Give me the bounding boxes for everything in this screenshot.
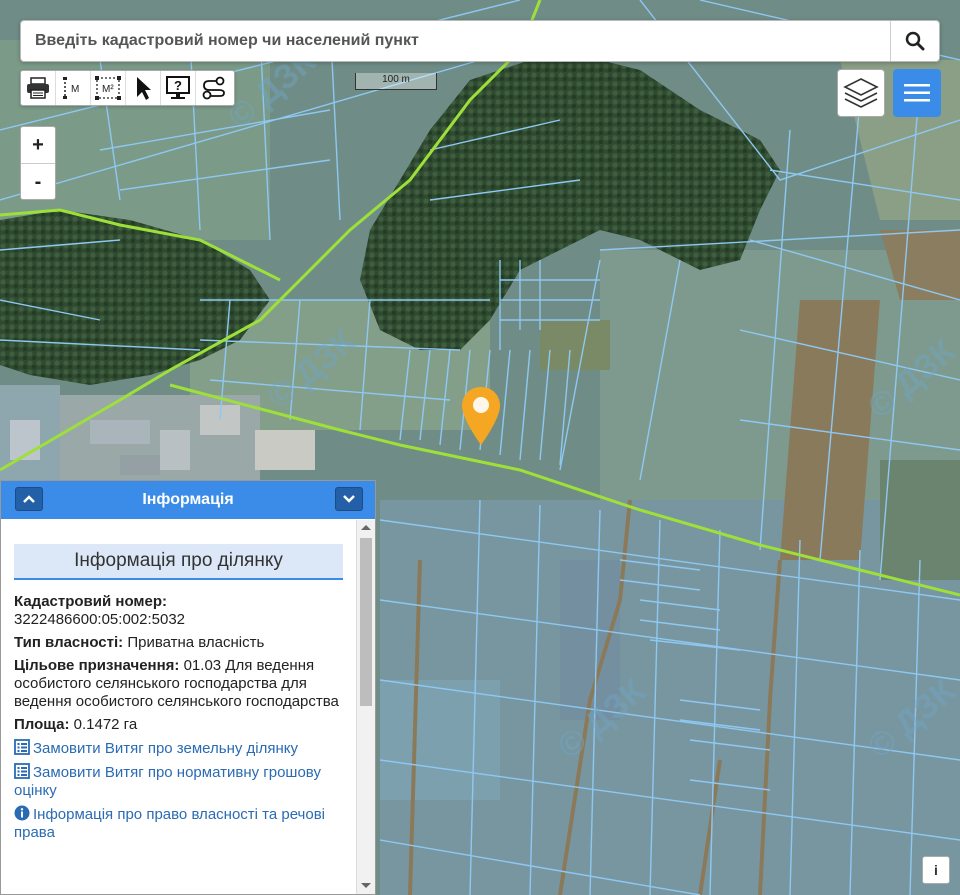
search-icon bbox=[905, 31, 925, 51]
svg-text:M²: M² bbox=[102, 84, 114, 95]
order-parcel-extract-link[interactable]: Замовити Витяг про земельну ділянку bbox=[14, 739, 343, 758]
purpose-label: Цільове призначення: bbox=[14, 657, 180, 674]
zoom-control: + - bbox=[20, 126, 56, 200]
route-tool[interactable] bbox=[196, 71, 231, 105]
search-bar bbox=[20, 20, 940, 62]
help-monitor-icon: ? bbox=[166, 76, 190, 99]
panel-scrollbar[interactable] bbox=[356, 520, 375, 894]
cadastral-number-row: Кадастровий номер: 3222486600:05:002:503… bbox=[14, 593, 343, 629]
list-icon bbox=[14, 763, 30, 779]
panel-content: Інформація про ділянку Кадастровий номер… bbox=[1, 520, 357, 894]
ownership-row: Тип власності: Приватна власність bbox=[14, 634, 343, 652]
search-input[interactable] bbox=[21, 21, 891, 61]
scale-bar: 100 m bbox=[355, 73, 437, 90]
purpose-row: Цільове призначення: 01.03 Для ведення о… bbox=[14, 657, 343, 711]
panel-header-title: Інформація bbox=[142, 491, 234, 508]
hamburger-menu-icon bbox=[904, 84, 930, 102]
area-label: Площа: bbox=[14, 716, 70, 733]
panel-expand-button[interactable] bbox=[15, 487, 43, 511]
ownership-value: Приватна власність bbox=[127, 634, 265, 651]
scroll-up-arrow[interactable] bbox=[361, 525, 371, 530]
parcel-info-title: Інформація про ділянку bbox=[14, 544, 343, 580]
chevron-up-icon bbox=[23, 495, 35, 503]
area-row: Площа: 0.1472 га bbox=[14, 716, 343, 734]
order-valuation-extract-link[interactable]: Замовити Витяг про нормативну грошову оц… bbox=[14, 763, 343, 800]
list-icon bbox=[14, 739, 30, 755]
info-icon bbox=[14, 805, 30, 821]
cursor-icon bbox=[137, 77, 151, 100]
panel-header: Інформація bbox=[1, 481, 375, 519]
scroll-down-arrow[interactable] bbox=[361, 883, 371, 888]
svg-text:M: M bbox=[71, 84, 79, 95]
map-pin-icon bbox=[462, 387, 500, 445]
cadastral-number-value: 3222486600:05:002:5032 bbox=[14, 611, 186, 628]
chevron-down-icon bbox=[343, 495, 355, 503]
ruler-icon: M bbox=[63, 77, 79, 99]
attribution-button[interactable]: i bbox=[922, 856, 950, 884]
map-pin-marker[interactable] bbox=[460, 385, 502, 447]
area-value: 0.1472 га bbox=[73, 716, 138, 733]
ownership-rights-info-text: Інформація про право власності та речові… bbox=[14, 806, 326, 841]
route-icon bbox=[202, 76, 225, 100]
order-valuation-extract-text: Замовити Витяг про нормативну грошову оц… bbox=[14, 764, 321, 799]
zoom-out-button[interactable]: - bbox=[21, 164, 55, 200]
layers-button[interactable] bbox=[837, 69, 885, 117]
map-toolbar: M M² ? bbox=[20, 70, 235, 106]
layers-icon bbox=[843, 78, 879, 108]
search-button[interactable] bbox=[890, 21, 939, 61]
order-parcel-extract-text: Замовити Витяг про земельну ділянку bbox=[33, 740, 299, 757]
svg-text:?: ? bbox=[174, 78, 182, 93]
printer-icon bbox=[27, 77, 49, 99]
panel-collapse-button[interactable] bbox=[335, 487, 363, 511]
scroll-thumb[interactable] bbox=[360, 538, 372, 706]
cadastral-number-label: Кадастровий номер: bbox=[14, 593, 168, 610]
info-panel: Інформація Інформація про ділянку Кадаст… bbox=[0, 480, 376, 895]
ownership-rights-info-link[interactable]: Інформація про право власності та речові… bbox=[14, 805, 343, 842]
ownership-label: Тип власності: bbox=[14, 634, 124, 651]
select-tool[interactable] bbox=[126, 71, 161, 105]
zoom-in-button[interactable]: + bbox=[21, 127, 55, 164]
print-tool[interactable] bbox=[21, 71, 56, 105]
measure-distance-tool[interactable]: M bbox=[56, 71, 91, 105]
identify-tool[interactable]: ? bbox=[161, 71, 196, 105]
measure-area-tool[interactable]: M² bbox=[91, 71, 126, 105]
menu-button[interactable] bbox=[893, 69, 941, 117]
area-icon: M² bbox=[95, 76, 121, 100]
